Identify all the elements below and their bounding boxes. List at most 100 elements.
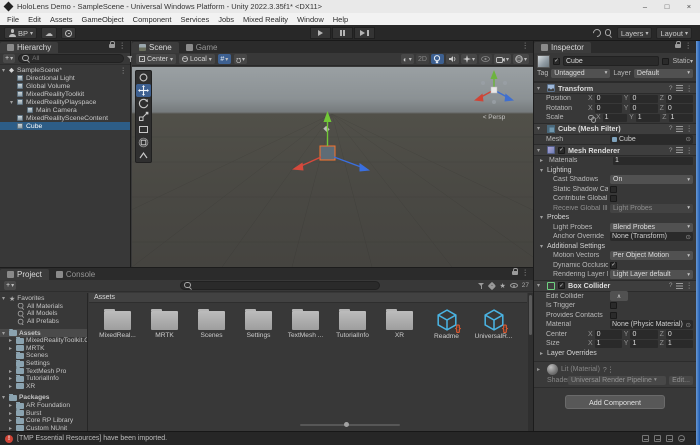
fold-open-icon[interactable]	[540, 243, 547, 250]
favorite-search-item[interactable]: All Materials	[0, 303, 87, 311]
box-collider-enabled-checkbox[interactable]	[558, 282, 565, 289]
transform-component-header[interactable]: Transform ?	[534, 82, 696, 94]
gizmos-dropdown[interactable]	[513, 54, 529, 64]
cube-object[interactable]	[320, 146, 335, 160]
cast-shadows-dropdown[interactable]: On	[610, 175, 693, 184]
fold-closed-icon[interactable]	[540, 157, 547, 164]
activity-status-icon[interactable]	[678, 435, 685, 442]
layer-overrides-section[interactable]: Layer Overrides	[534, 349, 696, 359]
project-scrollbar[interactable]	[528, 293, 533, 431]
scale-y-field[interactable]: 1	[636, 114, 660, 123]
size-z-field[interactable]: 1	[666, 340, 693, 349]
materials-row[interactable]: Materials 1	[534, 156, 696, 166]
panel-menu-icon[interactable]	[119, 35, 127, 53]
fold-closed-icon[interactable]	[9, 337, 16, 344]
scale-x-field[interactable]: 1	[603, 114, 627, 123]
camera-settings-button[interactable]	[494, 54, 511, 64]
static-checkbox[interactable]	[662, 58, 669, 65]
fold-open-icon[interactable]	[2, 394, 9, 401]
console-status-icon[interactable]	[642, 435, 649, 442]
lighting-section[interactable]: Lighting	[534, 166, 696, 176]
build-status-icon[interactable]	[666, 435, 673, 442]
hierarchy-item[interactable]: MixedRealityPlayspace	[0, 98, 130, 106]
lock-icon[interactable]	[109, 44, 115, 48]
tree-folder-item[interactable]: TextMesh Pro	[0, 367, 87, 375]
project-grid-item[interactable]: Scenes	[189, 308, 234, 340]
project-grid-item[interactable]: UniversalR...	[471, 308, 516, 340]
favorite-search-item[interactable]: All Models	[0, 310, 87, 318]
fold-open-icon[interactable]	[540, 167, 547, 174]
is-trigger-checkbox[interactable]	[610, 302, 617, 309]
menu-gameobject[interactable]: GameObject	[82, 15, 124, 24]
preset-icon[interactable]	[676, 283, 683, 289]
contribute-gi-checkbox[interactable]	[610, 195, 617, 202]
fold-closed-icon[interactable]	[9, 417, 16, 424]
project-grid-item[interactable]: MixedReal...	[95, 308, 140, 340]
fold-open-icon[interactable]	[537, 85, 544, 92]
slider-knob[interactable]	[344, 422, 349, 427]
packages-root-item[interactable]: Packages	[0, 394, 87, 402]
hierarchy-item[interactable]: MixedRealityToolkit	[0, 90, 130, 98]
fold-open-icon[interactable]	[537, 125, 544, 132]
fold-open-icon[interactable]	[540, 214, 547, 221]
help-icon[interactable]: ?	[669, 147, 673, 154]
tab-game[interactable]: Game	[179, 42, 225, 53]
probes-section[interactable]: Probes	[534, 213, 696, 223]
shader-dropdown[interactable]: Universal Render Pipeline	[568, 376, 666, 385]
fold-closed-icon[interactable]	[540, 350, 547, 357]
lock-icon[interactable]	[675, 44, 681, 48]
hierarchy-item-selected[interactable]: Cube	[0, 122, 130, 130]
menu-file[interactable]: File	[7, 15, 19, 24]
snap-settings-button[interactable]	[234, 54, 247, 64]
search-by-label-icon[interactable]	[488, 281, 496, 289]
static-shadow-checkbox[interactable]	[610, 186, 617, 193]
anchor-override-field[interactable]: None (Transform)	[610, 232, 693, 241]
rotate-tool-button[interactable]	[136, 97, 151, 110]
services-button[interactable]	[61, 27, 76, 39]
scale-z-field[interactable]: 1	[669, 114, 693, 123]
tree-folder-item[interactable]: MixedRealityToolkit.Gen	[0, 337, 87, 345]
rect-tool-button[interactable]	[136, 123, 151, 136]
scene-visibility-button[interactable]	[479, 54, 492, 64]
hierarchy-search[interactable]	[18, 54, 124, 63]
transform-tool-button[interactable]	[136, 136, 151, 149]
center-y-field[interactable]: 0	[630, 330, 657, 339]
search-icon[interactable]	[605, 29, 613, 37]
menu-help[interactable]: Help	[333, 15, 348, 24]
audio-toggle-button[interactable]	[446, 54, 459, 64]
hierarchy-item[interactable]: Main Camera	[0, 106, 130, 114]
tree-package-item[interactable]: AR Foundation	[0, 402, 87, 410]
menu-assets[interactable]: Assets	[50, 15, 73, 24]
rotation-z-field[interactable]: 0	[666, 104, 693, 113]
additional-settings-section[interactable]: Additional Settings	[534, 242, 696, 252]
project-grid-item[interactable]: XR	[377, 308, 422, 340]
grid-visibility-button[interactable]	[218, 54, 231, 64]
mesh-filter-component-header[interactable]: Cube (Mesh Filter) ?	[534, 123, 696, 135]
fold-closed-icon[interactable]	[9, 402, 16, 409]
active-checkbox[interactable]	[553, 58, 560, 65]
panel-menu-icon[interactable]	[685, 35, 693, 53]
constrain-proportions-icon[interactable]	[588, 115, 594, 121]
maximize-button[interactable]: □	[656, 0, 678, 13]
console-message-icon[interactable]: !	[5, 435, 13, 443]
search-by-type-icon[interactable]	[478, 282, 485, 289]
help-icon[interactable]: ?	[669, 282, 673, 289]
tree-folder-item[interactable]: MRTK	[0, 345, 87, 353]
preset-icon[interactable]	[676, 147, 683, 153]
fold-closed-icon[interactable]	[9, 345, 16, 352]
size-x-field[interactable]: 1	[595, 340, 622, 349]
mesh-object-field[interactable]: Cube	[610, 135, 693, 144]
scrollbar-handle[interactable]	[529, 295, 532, 335]
center-x-field[interactable]: 0	[595, 330, 622, 339]
lock-icon[interactable]	[512, 271, 518, 275]
component-menu-icon[interactable]	[607, 367, 615, 374]
tree-folder-item[interactable]: XR	[0, 383, 87, 391]
tree-folder-item[interactable]: TutorialInfo	[0, 375, 87, 383]
create-button[interactable]: +	[3, 54, 15, 63]
scene-orientation-gizmo[interactable]: < Persp	[467, 69, 521, 121]
status-message[interactable]: [TMP Essential Resources] have been impo…	[17, 435, 167, 442]
fold-closed-icon[interactable]	[9, 368, 16, 375]
assets-root-item[interactable]: Assets	[0, 329, 87, 337]
view-tool-button[interactable]	[136, 71, 151, 84]
tree-folder-item[interactable]: Settings	[0, 360, 87, 368]
